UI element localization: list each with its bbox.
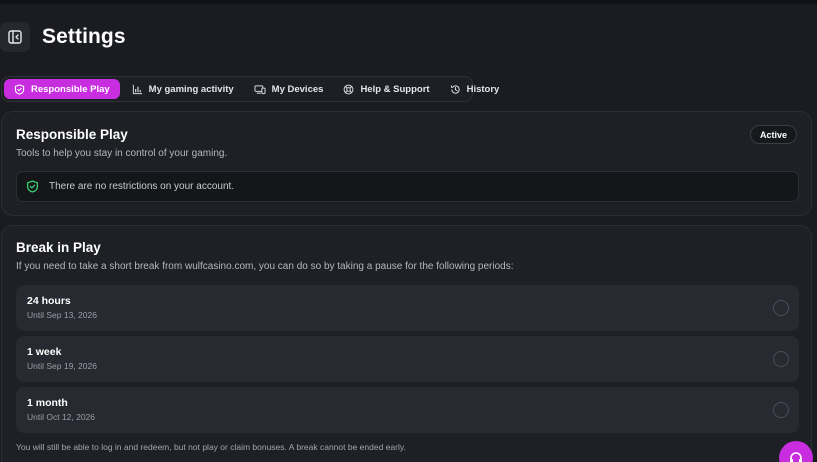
option-radio[interactable]: [773, 351, 789, 367]
break-footnote: You will still be able to log in and red…: [16, 442, 406, 452]
lifebuoy-icon: [344, 84, 354, 94]
tab-label: Responsible Play: [31, 83, 110, 95]
page-header: Settings: [0, 22, 126, 52]
devices-icon: [254, 84, 266, 94]
tab-responsible-play[interactable]: Responsible Play: [4, 79, 120, 99]
tab-my-gaming-activity[interactable]: My gaming activity: [124, 79, 242, 99]
page-title: Settings: [42, 25, 126, 48]
status-badge: Active: [749, 125, 797, 144]
option-label: 1 week: [27, 346, 62, 358]
option-label: 1 month: [27, 397, 68, 409]
break-in-play-card: Break in Play If you need to take a shor…: [1, 225, 812, 462]
break-option-24-hours[interactable]: 24 hours Until Sep 13, 2026: [16, 285, 799, 331]
settings-tabs: Responsible Play My gaming activity My D…: [1, 76, 499, 102]
section-title: Responsible Play: [16, 127, 128, 142]
bar-chart-icon: [132, 84, 142, 94]
tab-label: History: [466, 83, 500, 95]
option-until-date: Until Oct 12, 2026: [27, 412, 96, 422]
option-until-date: Until Sep 19, 2026: [27, 361, 97, 371]
section-subtitle: If you need to take a short break from w…: [16, 261, 514, 272]
tab-help-support[interactable]: Help & Support: [335, 79, 437, 99]
tab-label: My gaming activity: [148, 83, 234, 95]
tab-label: Help & Support: [360, 83, 430, 95]
notice-text: There are no restrictions on your accoun…: [49, 181, 235, 192]
break-option-1-month[interactable]: 1 month Until Oct 12, 2026: [16, 387, 799, 433]
responsible-play-card: Responsible Play Tools to help you stay …: [1, 111, 812, 216]
section-title: Break in Play: [16, 240, 101, 255]
tab-history[interactable]: History: [442, 79, 508, 99]
restrictions-notice: There are no restrictions on your accoun…: [16, 171, 799, 202]
sidebar-collapse-icon: [8, 30, 22, 44]
option-radio[interactable]: [773, 402, 789, 418]
sidebar-toggle-button[interactable]: [0, 22, 30, 52]
option-radio[interactable]: [773, 300, 789, 316]
tab-label: My Devices: [271, 83, 324, 95]
section-subtitle: Tools to help you stay in control of you…: [16, 148, 228, 159]
option-until-date: Until Sep 13, 2026: [27, 310, 97, 320]
top-bar: [0, 0, 817, 4]
break-option-1-week[interactable]: 1 week Until Sep 19, 2026: [16, 336, 799, 382]
tab-my-devices[interactable]: My Devices: [246, 79, 332, 99]
history-icon: [450, 84, 460, 94]
option-label: 24 hours: [27, 295, 71, 307]
shield-check-icon: [26, 180, 39, 193]
shield-icon: [14, 83, 25, 95]
headset-icon: [790, 452, 802, 462]
